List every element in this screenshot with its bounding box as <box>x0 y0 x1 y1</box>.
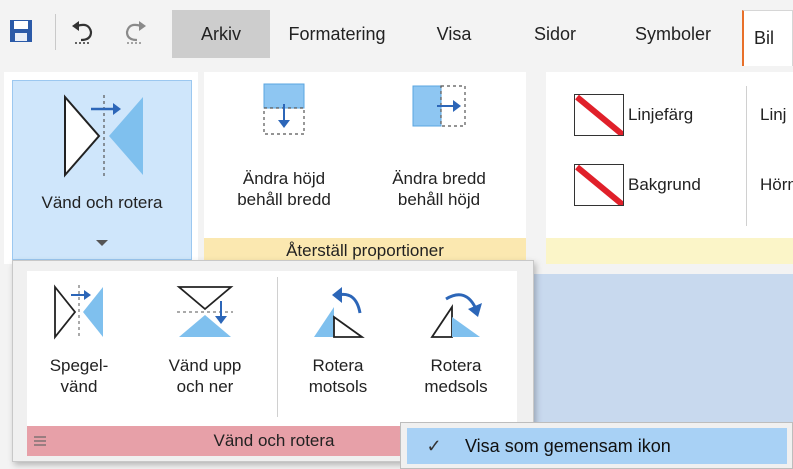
tab-arkiv[interactable]: Arkiv <box>172 10 270 58</box>
background-swatch-icon <box>574 164 624 206</box>
mirror-button[interactable]: Spegel- vänd <box>29 283 129 397</box>
show-as-common-icon-item[interactable]: ✓ Visa som gemensam ikon <box>407 428 787 464</box>
change-width-button[interactable]: Ändra bredd behåll höjd <box>364 82 514 210</box>
change-height-icon <box>263 83 305 135</box>
mirror-label: Spegel- vänd <box>49 356 109 396</box>
save-icon <box>10 20 32 42</box>
style-separator <box>746 86 747 226</box>
style-group: Linjefärg Bakgrund Linj Hörn <box>546 72 793 264</box>
flip-vertical-button[interactable]: Vänd upp och ner <box>145 283 265 397</box>
flip-rotate-button[interactable]: Vänd och rotera <box>12 80 192 260</box>
corner-label: Hörn <box>760 175 793 194</box>
undo-button[interactable] <box>66 14 100 48</box>
line-style-button[interactable]: Linj <box>760 105 786 125</box>
rotate-cw-label: Rotera medsols <box>424 356 488 396</box>
flip-rotate-label: Vänd och rotera <box>41 193 163 212</box>
tab-symboler[interactable]: Symboler <box>608 10 738 58</box>
change-width-label: Ändra bredd behåll höjd <box>392 169 486 209</box>
line-style-label: Linj <box>760 105 787 124</box>
change-height-button[interactable]: Ändra höjd behåll bredd <box>210 82 358 210</box>
rotate-cw-icon <box>430 293 482 338</box>
style-group-label <box>546 238 793 264</box>
redo-icon <box>125 21 146 44</box>
background-label: Bakgrund <box>628 175 701 194</box>
rotate-ccw-button[interactable]: Rotera motsols <box>283 283 393 397</box>
flip-rotate-icon <box>64 94 143 178</box>
tab-visa[interactable]: Visa <box>405 10 503 58</box>
flip-rotate-panel-label-text: Vänd och rotera <box>213 431 335 450</box>
line-color-button[interactable]: Linjefärg <box>574 94 693 136</box>
toolbar-separator <box>55 14 56 50</box>
line-color-label: Linjefärg <box>628 105 694 124</box>
reset-proportions-group: Ändra höjd behåll bredd Ändra bredd behå… <box>204 72 526 264</box>
show-as-common-icon-label: Visa som gemensam ikon <box>465 435 671 456</box>
title-bar: Arkiv Formatering Visa Sidor Symboler Bi… <box>0 0 793 66</box>
tab-formatering[interactable]: Formatering <box>272 10 402 58</box>
flip-vertical-icon <box>176 286 234 337</box>
change-width-icon <box>412 85 466 127</box>
panel-separator <box>277 277 278 417</box>
rotate-ccw-label: Rotera motsols <box>308 356 368 396</box>
rotate-cw-button[interactable]: Rotera medsols <box>401 283 511 397</box>
rotate-ccw-icon <box>314 287 365 338</box>
save-button[interactable] <box>4 14 38 48</box>
change-height-label: Ändra höjd behåll bredd <box>237 169 331 209</box>
tab-bild[interactable]: Bil <box>742 10 793 66</box>
line-color-swatch-icon <box>574 94 624 136</box>
menu-icon <box>34 436 46 446</box>
chevron-down-icon[interactable] <box>95 239 109 247</box>
mirror-icon <box>54 284 103 340</box>
context-menu: ✓ Visa som gemensam ikon <box>400 422 793 469</box>
background-button[interactable]: Bakgrund <box>574 164 701 206</box>
redo-button[interactable] <box>118 14 152 48</box>
undo-icon <box>72 21 93 44</box>
checkmark-icon: ✓ <box>426 435 442 456</box>
flip-vertical-label: Vänd upp och ner <box>168 356 242 396</box>
flip-rotate-panel-content: Spegel- vänd Vänd upp och ner Rotera mot… <box>27 271 517 426</box>
corner-button[interactable]: Hörn <box>760 175 793 195</box>
tab-sidor[interactable]: Sidor <box>505 10 605 58</box>
